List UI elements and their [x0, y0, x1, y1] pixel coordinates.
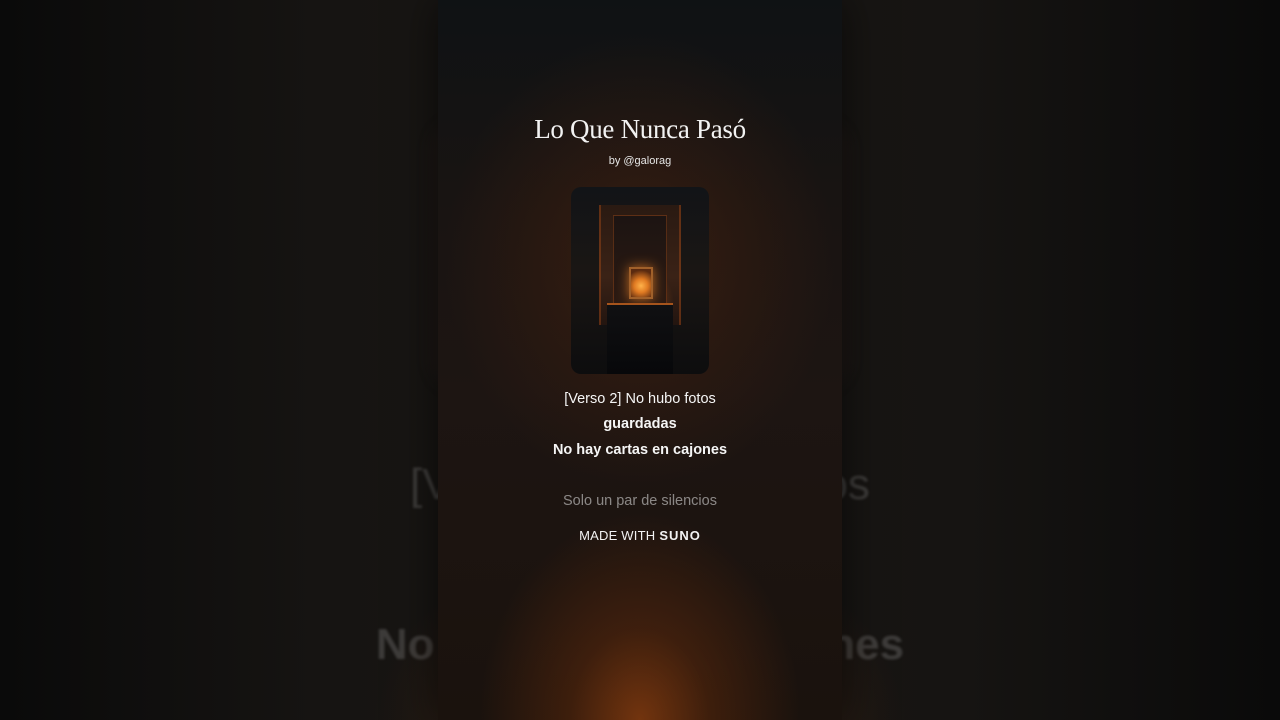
lyric-line-3: No hay cartas en cajones: [552, 442, 728, 458]
lyric-line-2: guardadas: [603, 416, 677, 432]
artwork-glowing-frame: [629, 267, 653, 299]
lyric-line-1: [Verso 2] No hubo fotos: [564, 391, 716, 407]
artist-byline: by @galorag: [608, 155, 672, 167]
song-title: Lo Que Nunca Pasó: [534, 114, 746, 144]
made-with-suno-watermark: MADE WITH SUNO: [438, 528, 842, 543]
lyric-video-panel: Lo Que Nunca Pasó by @galorag [Verso 2] …: [438, 0, 842, 720]
cover-artwork: [571, 187, 709, 374]
lyric-line-4: Solo un par de silencios: [563, 493, 717, 509]
watermark-prefix: MADE WITH: [579, 528, 656, 543]
suno-logo: SUNO: [659, 528, 701, 543]
video-stage[interactable]: [Verso 2] No hubo fotos No hay cartas en…: [0, 0, 1280, 720]
artwork-table: [607, 303, 673, 374]
